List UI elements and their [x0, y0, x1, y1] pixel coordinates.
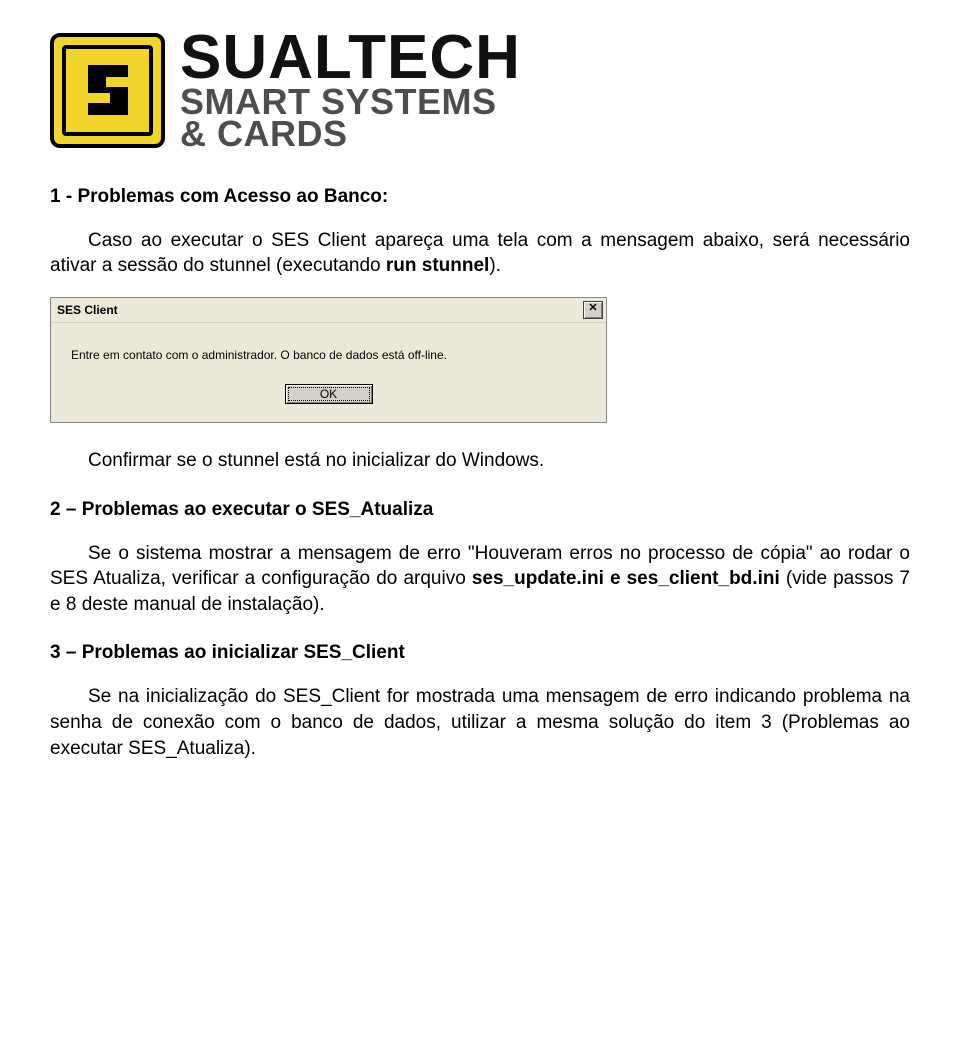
section-1-paragraph: Caso ao executar o SES Client apareça um…: [50, 228, 910, 279]
text: ).: [489, 255, 501, 276]
section-3-title: 3 – Problemas ao inicializar SES_Client: [50, 642, 910, 664]
dialog-close-button[interactable]: ✕: [583, 301, 603, 319]
section-1-paragraph-2: Confirmar se o stunnel está no inicializ…: [50, 448, 910, 474]
section-3-paragraph: Se na inicialização do SES_Client for mo…: [50, 684, 910, 761]
logo-icon: [50, 33, 165, 148]
bold-text: ses_update.ini e ses_client_bd.ini: [472, 568, 780, 589]
dialog-ok-button[interactable]: OK: [285, 384, 373, 404]
section-2-paragraph: Se o sistema mostrar a mensagem de erro …: [50, 541, 910, 618]
logo-glyph-icon: [78, 60, 138, 120]
bold-text: run stunnel: [386, 255, 489, 276]
logo-brand: SUALTECH: [180, 30, 521, 86]
logo-header: SUALTECH SMART SYSTEMS & CARDS: [50, 30, 910, 151]
dialog-title: SES Client: [57, 303, 118, 317]
section-2-title: 2 – Problemas ao executar o SES_Atualiza: [50, 499, 910, 521]
section-1-title: 1 - Problemas com Acesso ao Banco:: [50, 186, 910, 208]
dialog-message: Entre em contato com o administrador. O …: [71, 348, 586, 362]
dialog-screenshot: SES Client ✕ Entre em contato com o admi…: [50, 297, 607, 423]
logo-tag2: & CARDS: [180, 118, 521, 150]
